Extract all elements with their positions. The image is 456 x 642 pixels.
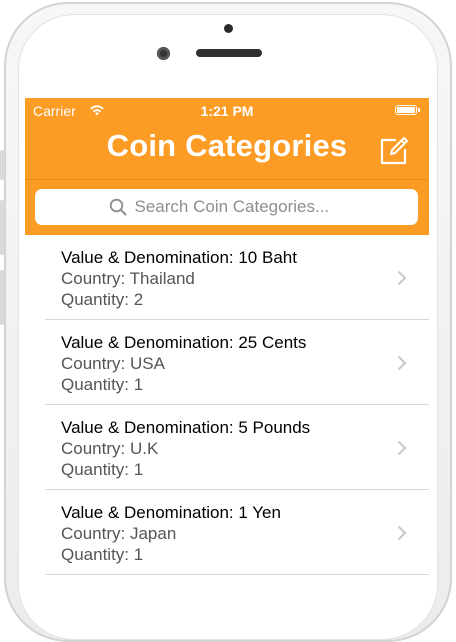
earpiece-speaker	[196, 49, 262, 57]
coin-quantity: Quantity: 1	[61, 375, 144, 394]
coin-country: Country: Japan	[61, 524, 177, 543]
coin-denomination: Value & Denomination: 25 Cents	[61, 333, 307, 352]
compose-button[interactable]	[379, 136, 409, 166]
chevron-right-icon	[397, 525, 407, 541]
coin-denomination: Value & Denomination: 1 Yen	[61, 503, 281, 522]
phone-frame: Carrier 1:21 PM Coin Categories Search C…	[0, 0, 456, 642]
chevron-right-icon	[397, 270, 407, 286]
battery-icon	[395, 105, 420, 115]
chevron-right-icon	[397, 355, 407, 371]
coin-row-cents[interactable]: Value & Denomination: 25 Cents Country: …	[45, 320, 429, 405]
coin-quantity: Quantity: 1	[61, 460, 144, 479]
coin-quantity: Quantity: 1	[61, 545, 144, 564]
search-bar-container	[25, 179, 429, 235]
coin-country: Country: U.K	[61, 439, 159, 458]
coin-denomination: Value & Denomination: 10 Baht	[61, 248, 297, 267]
compose-icon	[380, 137, 408, 165]
coin-denomination: Value & Denomination: 5 Pounds	[61, 418, 311, 437]
status-bar: Carrier 1:21 PM	[25, 98, 429, 124]
front-camera-icon	[157, 47, 170, 60]
coin-country: Country: USA	[61, 354, 165, 373]
status-time: 1:21 PM	[200, 103, 254, 119]
proximity-sensor	[224, 24, 233, 33]
phone-volume-down-button	[0, 270, 5, 325]
coin-list: Value & Denomination: 10 Baht Country: T…	[25, 235, 429, 575]
search-icon	[109, 198, 126, 216]
search-field[interactable]	[35, 189, 418, 225]
navigation-bar: Carrier 1:21 PM Coin Categories	[25, 98, 429, 235]
phone-volume-up-button	[0, 200, 5, 255]
search-input[interactable]	[134, 197, 345, 217]
chevron-right-icon	[397, 440, 407, 456]
coin-quantity: Quantity: 2	[61, 290, 144, 309]
coin-row-yen[interactable]: Value & Denomination: 1 Yen Country: Jap…	[45, 490, 429, 575]
phone-side-button	[0, 150, 5, 180]
page-title: Coin Categories	[106, 128, 348, 163]
coin-row-baht[interactable]: Value & Denomination: 10 Baht Country: T…	[45, 235, 429, 320]
coin-row-pounds[interactable]: Value & Denomination: 5 Pounds Country: …	[45, 405, 429, 490]
coin-country: Country: Thailand	[61, 269, 195, 288]
app-screen: Carrier 1:21 PM Coin Categories Search C…	[25, 98, 429, 584]
